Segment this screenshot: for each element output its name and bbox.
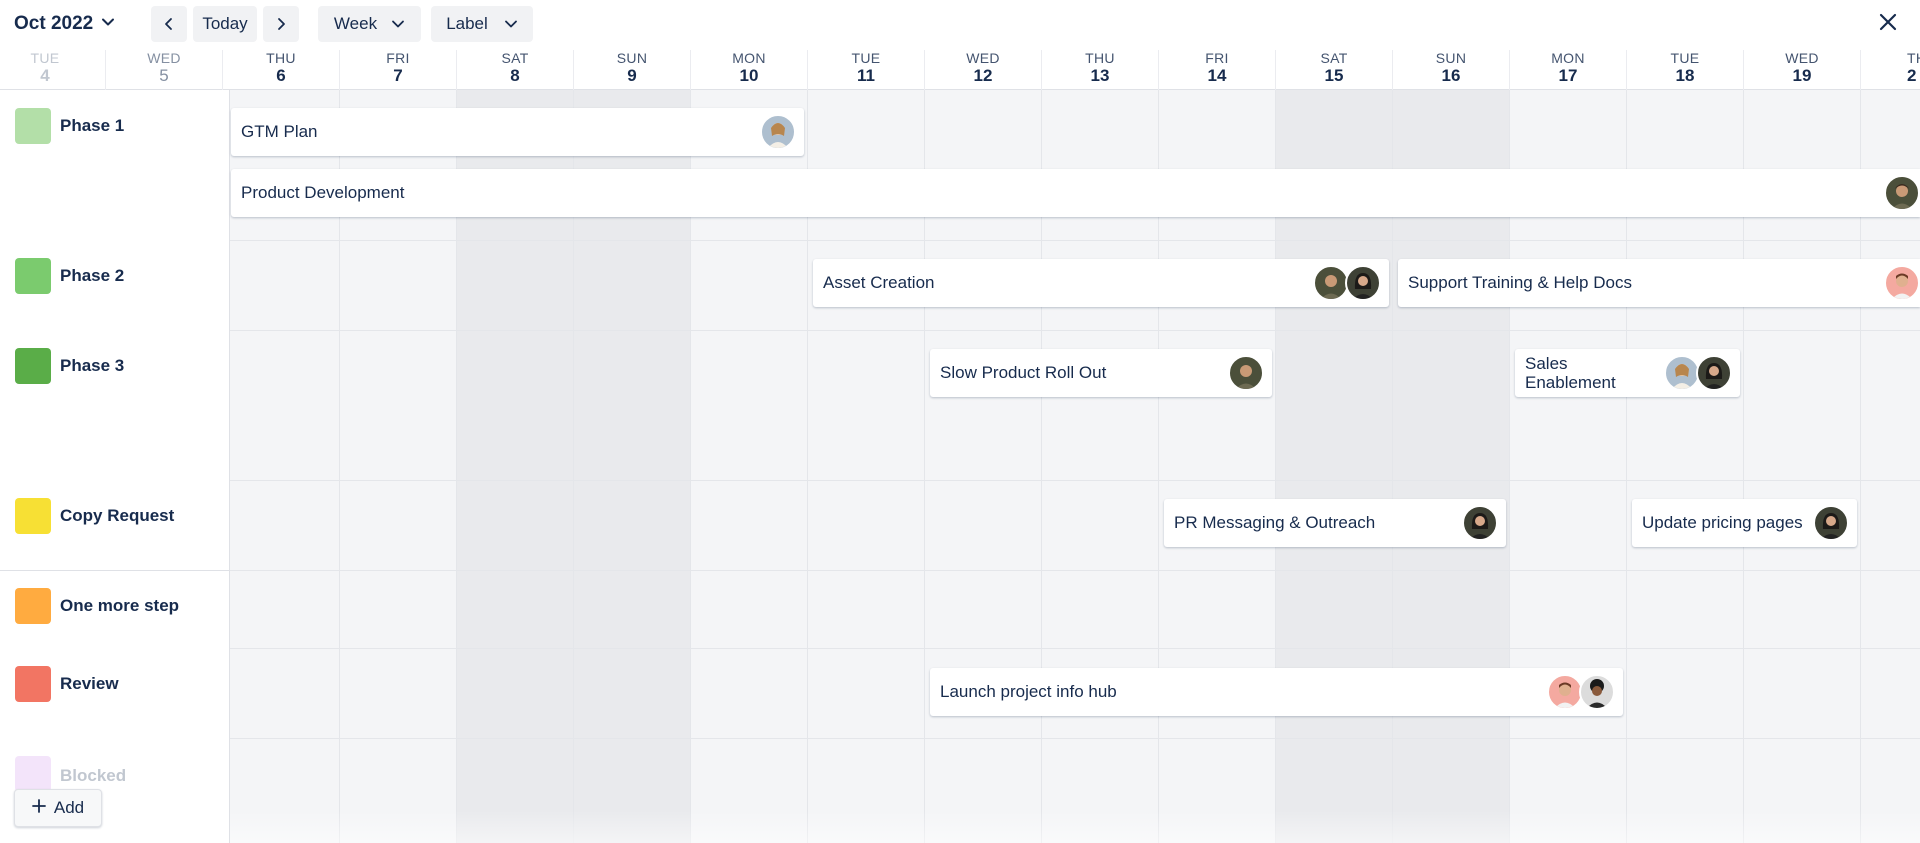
event-title: Slow Product Roll Out [940,363,1107,382]
day-header-cell: WED 5 [105,50,222,90]
avatar[interactable] [1228,355,1264,391]
event-bar[interactable]: Product Development [231,169,1920,217]
close-icon [1878,12,1898,37]
day-header-cell: FRI 7 [339,50,456,90]
event-bar[interactable]: Update pricing pages [1632,499,1857,547]
chevron-down-icon [101,13,115,35]
day-header-cell: SAT 15 [1275,50,1392,90]
row-divider [230,330,1920,331]
today-button[interactable]: Today [193,6,257,42]
add-label-button[interactable]: Add [14,789,102,827]
event-assignees [760,114,796,150]
event-assignees [1547,674,1615,710]
day-header-cell: MON 10 [690,50,807,90]
avatar[interactable] [760,114,796,150]
row-divider [230,648,1920,649]
row-divider [230,240,1920,241]
event-bar[interactable]: Sales Enablement [1515,349,1740,397]
close-button[interactable] [1874,10,1902,38]
avatar[interactable] [1884,175,1920,211]
label-name: Review [60,674,119,693]
event-title: Product Development [241,183,405,202]
avatar[interactable] [1462,505,1498,541]
day-header-cell: TH2 [1860,50,1920,90]
event-title: Sales Enablement [1525,354,1616,392]
label-color-swatch [15,756,51,792]
event-bar[interactable]: Support Training & Help Docs [1398,259,1920,307]
next-week-button[interactable] [263,6,299,42]
day-header-cell: MON 17 [1509,50,1626,90]
row-divider [230,570,1920,571]
avatar[interactable] [1884,265,1920,301]
label-name: Phase 2 [60,266,125,285]
day-header-cell: THU 6 [222,50,339,90]
avatar[interactable] [1579,674,1615,710]
avatar[interactable] [1664,355,1700,391]
avatar[interactable] [1813,505,1849,541]
event-assignees [1462,505,1498,541]
day-header-cell: TUE 11 [807,50,924,90]
label-sidebar: Phase 1 Phase 2 Phase 3 Copy Request One… [0,90,230,843]
event-title: Support Training & Help Docs [1408,273,1632,292]
event-title: GTM Plan [241,122,318,141]
event-title: Asset Creation [823,273,935,292]
row-divider [230,738,1920,739]
month-picker-button[interactable]: Oct 2022 [14,8,115,40]
event-assignees [1228,355,1264,391]
label-name: Blocked [60,766,127,785]
label-color-swatch [15,108,51,144]
day-header-cell: THU 13 [1041,50,1158,90]
label-color-swatch [15,666,51,702]
event-bar[interactable]: Launch project info hub [930,668,1623,716]
row-divider [230,480,1920,481]
avatar[interactable] [1313,265,1349,301]
plus-icon [31,798,46,818]
day-header-cell: SUN 9 [573,50,690,90]
event-bar[interactable]: Slow Product Roll Out [930,349,1272,397]
event-assignees [1313,265,1381,301]
day-header-cell: TUE 4 [0,50,103,90]
event-bar[interactable]: GTM Plan [231,108,804,156]
event-title: PR Messaging & Outreach [1174,513,1376,532]
day-header-cell: WED 19 [1743,50,1860,90]
day-header-cell: TUE 18 [1626,50,1743,90]
avatar[interactable] [1345,265,1381,301]
day-header-cell: SAT 8 [456,50,573,90]
chevron-down-icon [504,17,518,31]
day-header-cell: FRI 14 [1158,50,1275,90]
event-bar[interactable]: Asset Creation [813,259,1389,307]
avatar[interactable] [1547,674,1583,710]
label-color-swatch [15,258,51,294]
calendar-toolbar: Oct 2022 Today Week Label [0,0,1920,48]
label-color-swatch [15,588,51,624]
event-assignees [1884,175,1920,211]
event-title: Launch project info hub [940,682,1117,701]
label-name: One more step [60,596,180,615]
chevron-left-icon [163,17,175,31]
event-assignees [1884,265,1920,301]
chevron-down-icon [391,17,405,31]
day-header: TUE 4 WED 5 THU 6 FRI 7 SAT 8 SUN 9 MON 10 TUE 1… [0,50,1920,90]
previous-week-button[interactable] [151,6,187,42]
group-by-select-button[interactable]: Label [431,6,533,42]
label-name: Phase 3 [60,356,125,375]
group-label: Label [446,14,488,33]
sidebar-divider [0,570,230,571]
day-header-cell: SUN 16 [1392,50,1509,90]
label-name: Copy Request [60,506,175,525]
view-label: Week [333,14,378,33]
event-assignees [1664,355,1732,391]
chevron-right-icon [275,17,287,31]
add-label: Add [53,798,85,817]
avatar[interactable] [1696,355,1732,391]
label-color-swatch [15,498,51,534]
view-select-button[interactable]: Week [318,6,421,42]
month-label: Oct 2022 [14,13,94,34]
label-color-swatch [15,348,51,384]
event-bar[interactable]: PR Messaging & Outreach [1164,499,1506,547]
event-assignees [1813,505,1849,541]
today-label: Today [202,14,248,33]
day-header-cell: WED 12 [924,50,1041,90]
label-name: Phase 1 [60,116,125,135]
